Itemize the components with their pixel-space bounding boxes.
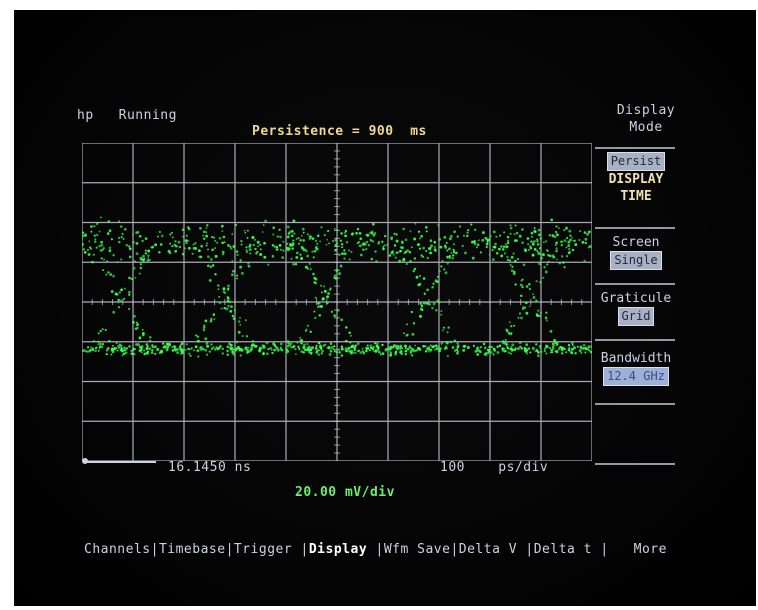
screen-value: Single	[610, 251, 662, 270]
status-indicator: hp Running	[77, 108, 177, 123]
menu-wfm-save[interactable]: Wfm Save	[384, 542, 451, 557]
softkey-screen[interactable]: Screen Single	[596, 234, 676, 270]
panel-title-line1: Display	[616, 103, 676, 118]
screen-label: Screen	[612, 235, 660, 250]
time-ref-bar	[84, 461, 156, 463]
display-time-line1: DISPLAY	[608, 172, 664, 187]
softkey-display-mode[interactable]: Persist DISPLAY TIME	[596, 152, 676, 205]
timebase-readout: 100 ps/div	[440, 460, 548, 475]
run-state: Running	[118, 108, 177, 123]
graticule-value: Grid	[617, 307, 655, 326]
bandwidth-label: Bandwidth	[600, 351, 672, 366]
graticule	[82, 143, 592, 461]
bandwidth-value: 12.4 GHz	[603, 367, 669, 386]
persistence-readout: Persistence = 900 ms	[252, 124, 427, 139]
hp-logo: hp	[77, 108, 94, 123]
timebase-unit: ps/div	[498, 460, 549, 475]
menu-delta-t[interactable]: Delta t	[534, 542, 592, 557]
main-menu: Channels|Timebase|Trigger |Display |Wfm …	[84, 542, 667, 557]
menu-delta-v[interactable]: Delta V	[459, 542, 517, 557]
softkey-graticule[interactable]: Graticule Grid	[596, 290, 676, 326]
display-mode-title: Display Mode	[606, 102, 686, 136]
menu-timebase[interactable]: Timebase	[159, 542, 226, 557]
menu-display[interactable]: Display	[309, 542, 367, 557]
persistence-label: Persistence =	[252, 124, 361, 139]
menu-channels[interactable]: Channels	[84, 542, 151, 557]
time-offset: 16.1450 ns	[168, 460, 252, 475]
menu-more[interactable]: More	[634, 542, 667, 557]
graticule-label: Graticule	[600, 291, 672, 306]
timebase-value: 100	[440, 460, 465, 475]
persistence-value: 900	[368, 124, 394, 139]
display-mode-value: Persist	[606, 152, 666, 171]
menu-trigger[interactable]: Trigger	[234, 542, 292, 557]
softkey-bandwidth[interactable]: Bandwidth 12.4 GHz	[596, 350, 676, 386]
panel-title-line2: Mode	[629, 120, 663, 135]
display-time-line2: TIME	[620, 189, 652, 204]
persistence-unit: ms	[410, 124, 427, 139]
vertical-scale: 20.00 mV/div	[295, 485, 395, 500]
